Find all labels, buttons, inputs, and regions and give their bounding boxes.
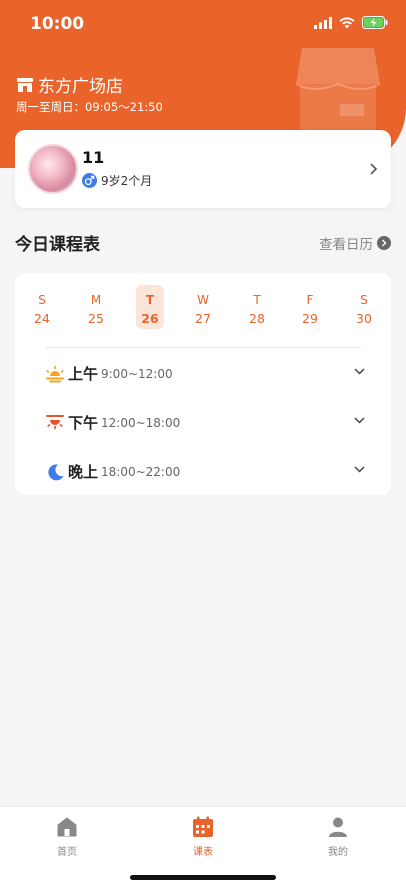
day-of-week: T bbox=[145, 293, 155, 307]
period-evening[interactable]: 晚上 18:00~22:00 bbox=[45, 459, 365, 485]
status-icons bbox=[314, 16, 388, 29]
store-name: 东方广场店 bbox=[38, 77, 123, 97]
store-icon bbox=[17, 77, 33, 92]
sunset-icon bbox=[46, 415, 64, 429]
day-of-week: S bbox=[38, 293, 46, 307]
day-of-week: M bbox=[90, 293, 102, 307]
moon-icon bbox=[48, 464, 64, 481]
tab-schedule[interactable]: 课表 bbox=[173, 815, 233, 861]
period-afternoon[interactable]: 下午 12:00~18:00 bbox=[45, 410, 365, 436]
day-wednesday[interactable]: W 27 bbox=[189, 285, 217, 329]
tab-label: 我的 bbox=[328, 847, 348, 858]
schedule-title: 今日课程表 bbox=[15, 235, 100, 255]
tab-profile[interactable]: 我的 bbox=[308, 815, 368, 861]
period-name: 晚上 bbox=[68, 463, 99, 481]
tab-label: 首页 bbox=[57, 847, 77, 858]
avatar bbox=[28, 144, 78, 194]
view-calendar-link[interactable]: 查看日历 bbox=[319, 233, 391, 253]
chevron-down-icon bbox=[354, 466, 365, 473]
student-age: 9岁2个月 bbox=[101, 174, 153, 188]
schedule-card: S 24 M 25 T 26 W 27 T 28 F 29 S 30 上午 9:00~12:0… bbox=[15, 273, 391, 495]
store-name-row: 东方广场店 bbox=[16, 72, 123, 97]
home-icon bbox=[57, 817, 77, 837]
day-tuesday-selected[interactable]: T 26 bbox=[136, 285, 164, 329]
week-strip: S 24 M 25 T 26 W 27 T 28 F 29 S 30 bbox=[15, 285, 391, 335]
day-date: 24 bbox=[34, 311, 50, 326]
tab-label: 课表 bbox=[193, 847, 213, 858]
calendar-icon bbox=[193, 816, 213, 837]
period-morning[interactable]: 上午 9:00~12:00 bbox=[45, 361, 365, 387]
day-thursday[interactable]: T 28 bbox=[243, 285, 271, 329]
sunrise-icon bbox=[46, 366, 64, 383]
day-of-week: F bbox=[306, 293, 314, 307]
chevron-down-icon bbox=[354, 417, 365, 424]
day-date: 26 bbox=[141, 311, 159, 326]
day-date: 30 bbox=[356, 311, 372, 326]
day-of-week: S bbox=[360, 293, 368, 307]
signal-icon bbox=[314, 16, 332, 29]
period-time: 12:00~18:00 bbox=[101, 416, 181, 430]
status-bar: 10:00 bbox=[0, 0, 406, 48]
period-name: 下午 bbox=[68, 414, 99, 432]
student-age-row: 9岁2个月 bbox=[82, 172, 152, 189]
user-icon bbox=[329, 817, 347, 837]
tab-home[interactable]: 首页 bbox=[37, 815, 97, 861]
student-card[interactable] bbox=[15, 130, 391, 208]
male-icon bbox=[82, 173, 97, 188]
period-name: 上午 bbox=[68, 365, 99, 383]
day-sunday[interactable]: S 24 bbox=[28, 285, 56, 329]
chevron-down-icon bbox=[354, 368, 365, 375]
day-saturday[interactable]: S 30 bbox=[350, 285, 378, 329]
period-time: 18:00~22:00 bbox=[101, 465, 181, 479]
day-friday[interactable]: F 29 bbox=[296, 285, 324, 329]
student-name: 11 bbox=[82, 148, 105, 167]
home-indicator bbox=[130, 875, 276, 880]
store-hours: 周一至周日：09:05～21:50 bbox=[16, 100, 163, 114]
day-date: 25 bbox=[88, 311, 104, 326]
battery-charging-icon bbox=[362, 16, 388, 29]
chevron-right-icon[interactable] bbox=[369, 162, 378, 176]
wifi-icon bbox=[339, 17, 355, 28]
view-calendar-label: 查看日历 bbox=[319, 237, 373, 253]
day-date: 27 bbox=[195, 311, 211, 326]
day-of-week: T bbox=[253, 293, 261, 307]
divider bbox=[45, 347, 361, 348]
arrow-right-icon bbox=[377, 236, 391, 250]
status-time: 10:00 bbox=[30, 14, 85, 34]
day-date: 28 bbox=[249, 311, 265, 326]
day-date: 29 bbox=[302, 311, 318, 326]
period-time: 9:00~12:00 bbox=[101, 367, 173, 381]
day-monday[interactable]: M 25 bbox=[82, 285, 110, 329]
day-of-week: W bbox=[197, 293, 209, 307]
